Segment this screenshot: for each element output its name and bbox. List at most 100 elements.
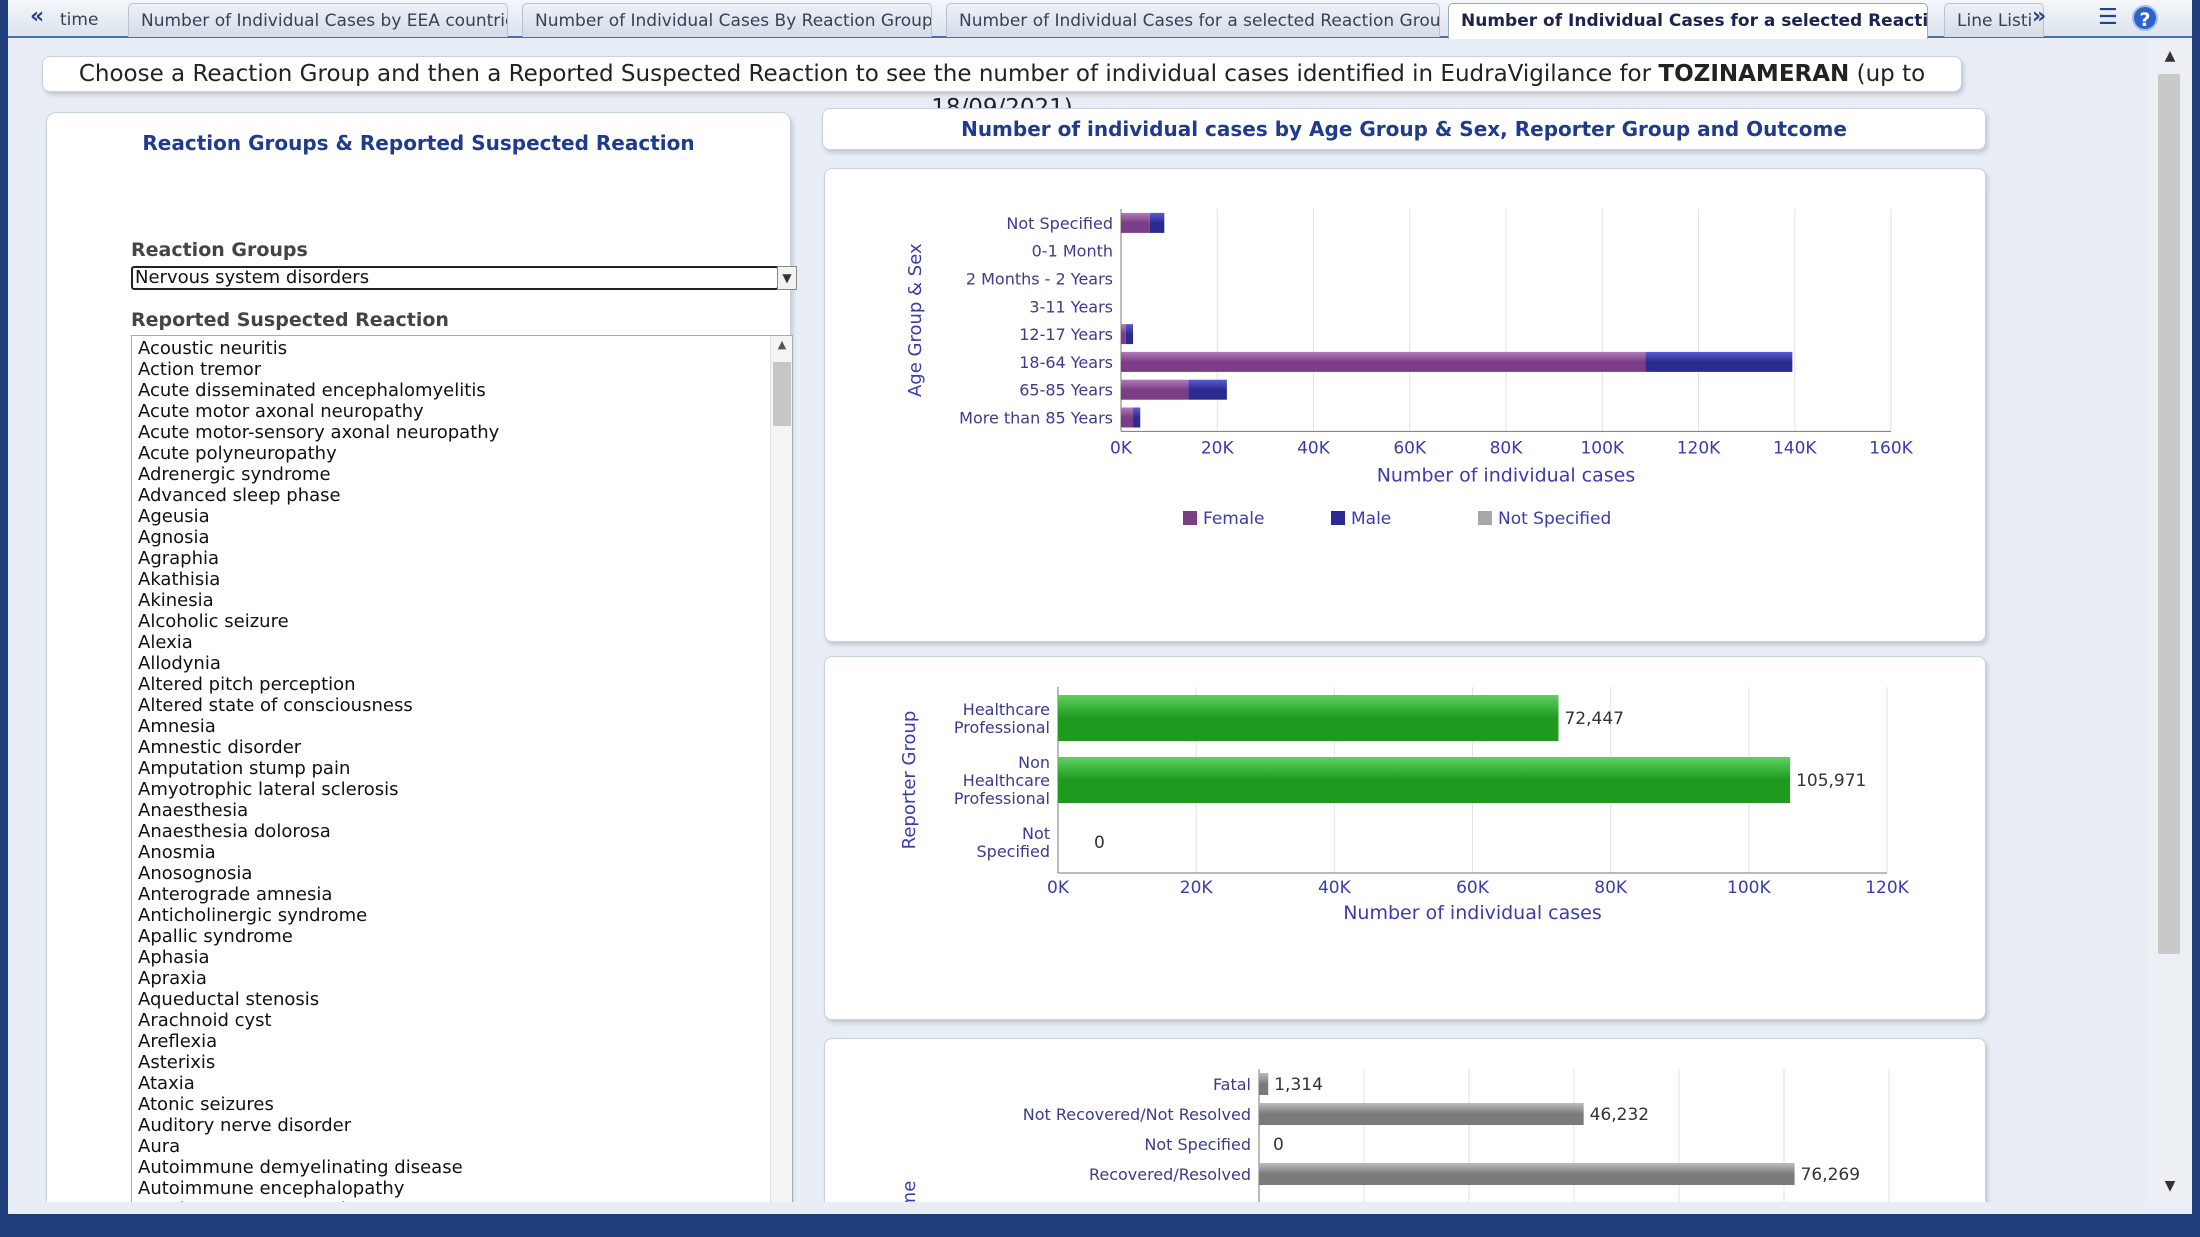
reaction-list-item[interactable]: Aphasia [132, 947, 792, 968]
reaction-list-item[interactable]: Amnesia [132, 716, 792, 737]
reaction-list-item[interactable]: Amputation stump pain [132, 758, 792, 779]
tab-selected-reaction-group[interactable]: Number of Individual Cases for a selecte… [946, 3, 1440, 37]
reaction-list-item[interactable]: Aura [132, 1136, 792, 1157]
y-tick-label: 0-1 Month [1032, 242, 1113, 261]
reaction-list-item[interactable]: Amyotrophic lateral sclerosis [132, 779, 792, 800]
reaction-listbox[interactable]: Acoustic neuritis Action tremor Acute diss… [131, 335, 793, 1202]
tab-line-listing[interactable]: Line Listi [1944, 3, 2044, 37]
y-tick-label: Not Specified [1006, 214, 1113, 233]
legend-label: Not Specified [1498, 509, 1611, 529]
legend-swatch [1331, 511, 1345, 525]
bar [1259, 1073, 1269, 1095]
reporter-chart-panel: 0K 20K 40K 60K 80K 100K 120K Healthcare Professi… [824, 656, 1986, 1020]
reaction-list-item[interactable]: Autoimmune encephalopathy [132, 1178, 792, 1199]
tab-time[interactable]: time [48, 3, 138, 37]
charts-title-panel: Number of individual cases by Age Group … [822, 108, 1986, 150]
x-tick-label: 40K [1318, 878, 1352, 898]
x-tick-label: 160K [1869, 438, 1913, 458]
data-label: 76,269 [1801, 1165, 1860, 1185]
left-panel-title: Reaction Groups & Reported Suspected Rea… [142, 131, 695, 155]
age-sex-chart: 0K 20K 40K 60K 80K 100K 120K 140K 160K Not Specif… [905, 209, 1914, 529]
age-sex-chart-panel: 0K 20K 40K 60K 80K 100K 120K 140K 160K Not Specif… [824, 168, 1986, 642]
reaction-list-item[interactable]: Altered pitch perception [132, 674, 792, 695]
reaction-list-item[interactable]: Anaesthesia dolorosa [132, 821, 792, 842]
reaction-list-item[interactable]: Arachnoid cyst [132, 1010, 792, 1031]
reaction-list-item[interactable]: Akinesia [132, 590, 792, 611]
reaction-list-item[interactable]: Anaesthesia [132, 800, 792, 821]
reaction-list-item[interactable]: Agnosia [132, 527, 792, 548]
reaction-list-item[interactable]: Allodynia [132, 653, 792, 674]
tab-reaction-groups[interactable]: Number of Individual Cases By Reaction G… [522, 3, 932, 37]
reaction-list-item[interactable]: Acute polyneuropathy [132, 443, 792, 464]
y-tick-label: 2 Months - 2 Years [966, 270, 1113, 289]
x-tick-label: 140K [1773, 438, 1817, 458]
bar [1058, 757, 1791, 803]
bar-segment [1121, 324, 1126, 345]
tab-selected-reaction[interactable]: Number of Individual Cases for a selecte… [1448, 3, 1928, 39]
reaction-list-item[interactable]: Areflexia [132, 1031, 792, 1052]
y-tick-label: 18-64 Years [1019, 353, 1113, 372]
reaction-list-item[interactable]: Asterixis [132, 1052, 792, 1073]
reaction-list-item[interactable]: Anticholinergic syndrome [132, 905, 792, 926]
reaction-list-item[interactable]: Auditory nerve disorder [132, 1115, 792, 1136]
reaction-list-item[interactable]: Ataxia [132, 1073, 792, 1094]
double-chevron-right-icon[interactable]: » [2032, 4, 2046, 29]
reaction-list-item[interactable]: Anosmia [132, 842, 792, 863]
list-menu-icon[interactable]: ☰ [2098, 5, 2118, 30]
y-tick-label: Non [1018, 753, 1050, 772]
instruction-banner: Choose a Reaction Group and then a Repor… [42, 56, 1962, 121]
reaction-list-item[interactable]: Apallic syndrome [132, 926, 792, 947]
scroll-up-icon[interactable]: ▲ [771, 338, 792, 351]
reaction-list-item[interactable]: Acoustic neuritis [132, 338, 792, 359]
reaction-list-item[interactable]: Autoimmune neuropathy [132, 1199, 792, 1202]
reaction-list-item[interactable]: Adrenergic syndrome [132, 464, 792, 485]
x-tick-label: 80K [1594, 878, 1628, 898]
y-tick-label: More than 85 Years [959, 409, 1113, 428]
reaction-list-item[interactable]: Alexia [132, 632, 792, 653]
reaction-list-item[interactable]: Apraxia [132, 968, 792, 989]
x-axis-title: Number of individual cases [1377, 464, 1636, 486]
bar [1259, 1163, 1795, 1185]
x-tick-label: 80K [1490, 438, 1524, 458]
help-icon[interactable]: ? [2132, 5, 2158, 31]
product-name: TOZINAMERAN [1658, 61, 1850, 87]
reaction-list-item[interactable]: Anosognosia [132, 863, 792, 884]
reaction-list-item[interactable]: Amnestic disorder [132, 737, 792, 758]
listbox-scrollbar[interactable]: ▲ [770, 336, 792, 1202]
reaction-list-item[interactable]: Atonic seizures [132, 1094, 792, 1115]
y-tick-label: 12-17 Years [1019, 325, 1113, 344]
scroll-down-icon[interactable]: ▼ [2148, 1178, 2192, 1194]
reaction-list-item[interactable]: Alcoholic seizure [132, 611, 792, 632]
y-tick-label: Healthcare [963, 700, 1050, 719]
page-scrollbar[interactable]: ▲ ▼ [2148, 40, 2192, 1202]
reaction-list-item[interactable]: Autoimmune demyelinating disease [132, 1157, 792, 1178]
reaction-groups-label: Reaction Groups [131, 239, 308, 261]
scroll-up-icon[interactable]: ▲ [2148, 48, 2192, 64]
bar [1058, 695, 1559, 741]
reaction-list-item[interactable]: Acute motor axonal neuropathy [132, 401, 792, 422]
reaction-list-item[interactable]: Advanced sleep phase [132, 485, 792, 506]
reaction-list-item[interactable]: Anterograde amnesia [132, 884, 792, 905]
x-tick-label: 100K [1580, 438, 1624, 458]
bar-segment [1121, 212, 1150, 233]
reaction-group-select[interactable]: Nervous system disorders ▼ [131, 266, 797, 290]
scrollbar-thumb[interactable] [773, 362, 791, 426]
outcome-chart-panel: Fatal 1,314 Not Recovered/Not Resolved 46,2… [824, 1038, 1986, 1202]
dashboard-content: Choose a Reaction Group and then a Repor… [8, 40, 2148, 1202]
y-tick-label: Not Recovered/Not Resolved [1023, 1105, 1251, 1124]
page-scrollbar-thumb[interactable] [2158, 74, 2180, 954]
reaction-list-item[interactable]: Akathisia [132, 569, 792, 590]
bar-segment [1149, 212, 1165, 233]
reaction-list-item[interactable]: Action tremor [132, 359, 792, 380]
chevron-down-icon[interactable]: ▼ [777, 266, 797, 290]
reaction-list-item[interactable]: Altered state of consciousness [132, 695, 792, 716]
reaction-list-item[interactable]: Ageusia [132, 506, 792, 527]
reaction-list-item[interactable]: Acute disseminated encephalomyelitis [132, 380, 792, 401]
double-chevron-left-icon[interactable]: « [30, 4, 44, 29]
tab-eea-countries[interactable]: Number of Individual Cases by EEA countr… [128, 3, 508, 37]
banner-text: Choose a Reaction Group and then a Repor… [78, 61, 1659, 87]
data-label: 0 [1094, 833, 1105, 853]
reaction-list-item[interactable]: Agraphia [132, 548, 792, 569]
reaction-list-item[interactable]: Acute motor-sensory axonal neuropathy [132, 422, 792, 443]
reaction-list-item[interactable]: Aqueductal stenosis [132, 989, 792, 1010]
